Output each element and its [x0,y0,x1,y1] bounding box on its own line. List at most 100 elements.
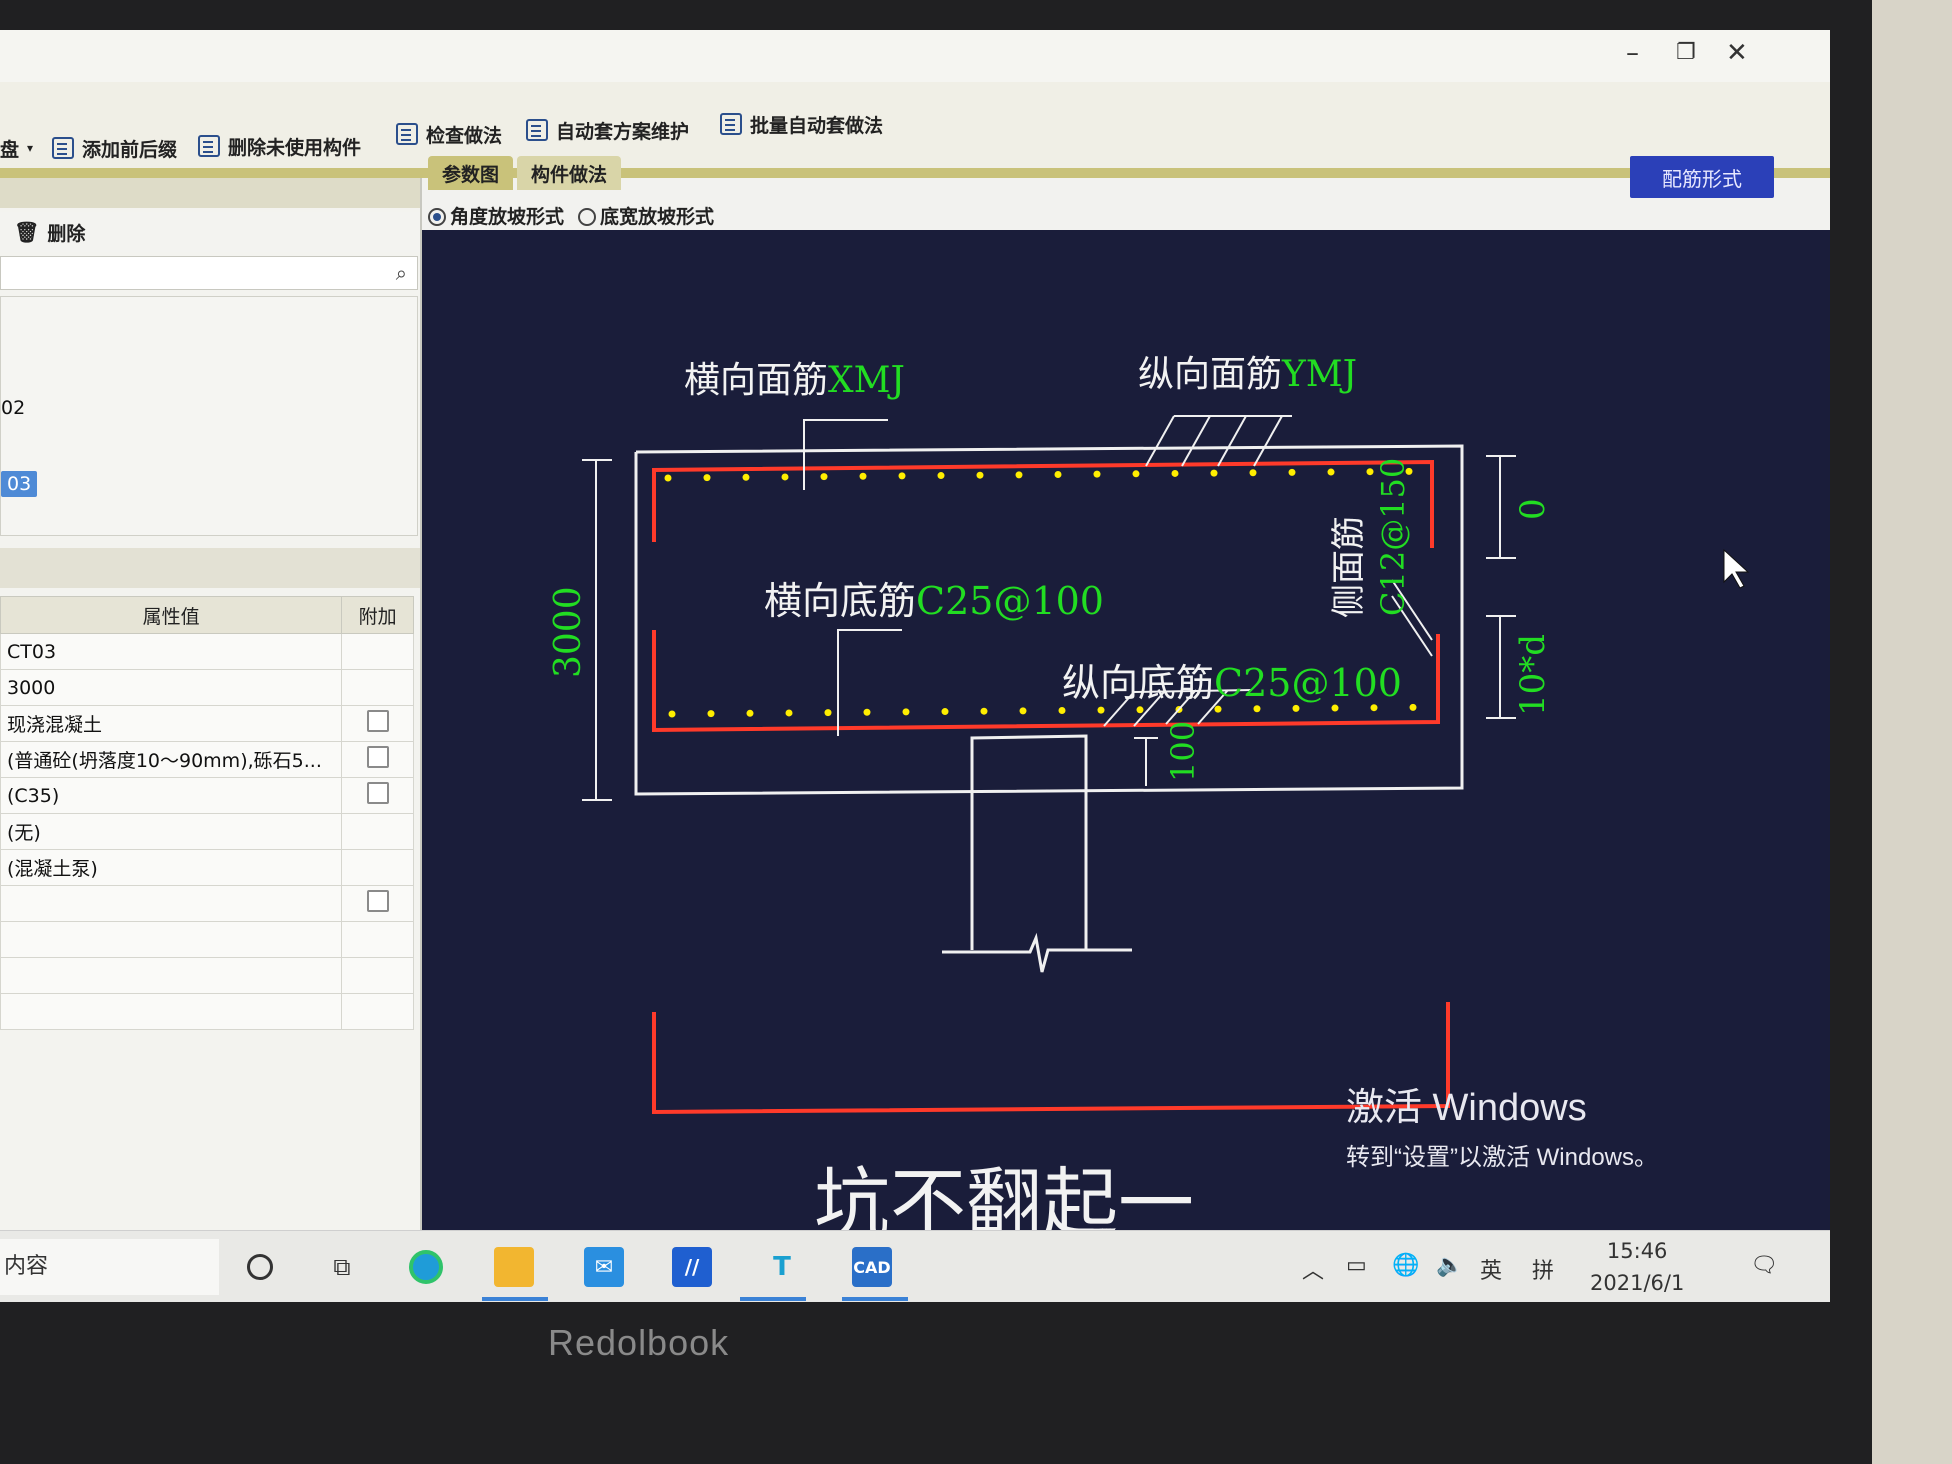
property-value-cell[interactable]: 3000 [0,669,343,706]
property-value-cell[interactable] [0,993,343,1030]
settings-list-icon [526,119,548,141]
network-icon[interactable]: 🌐 [1392,1253,1419,1278]
mail-icon[interactable]: ✉ [584,1247,624,1287]
rebar-form-button[interactable]: 配筋形式 [1630,156,1774,198]
folder-icon[interactable] [494,1247,534,1287]
cad-icon[interactable]: CAD [852,1247,892,1287]
extra-checkbox[interactable] [366,782,389,804]
screen: – ❐ ✕ 盘 ▾ 添加前后缀 删除未使用构件 检查做法 自动套方案维护 批量自… [0,30,1830,1302]
radio-checked-icon [428,208,446,226]
table-row[interactable]: (C35) [0,777,414,814]
rebar-dot [1409,703,1417,711]
close-button[interactable]: ✕ [1726,38,1748,68]
list-item[interactable]: 02 [1,397,25,419]
clock[interactable]: 15:46 2021/6/1 [1590,1235,1684,1299]
property-value-cell[interactable]: (混凝土泵) [0,849,343,886]
app-t-icon[interactable]: T [762,1247,802,1287]
side-rebar-label: 侧面筋 [1329,516,1369,618]
rebar-dot [1214,705,1222,713]
ribbon-toolbar: 盘 ▾ 添加前后缀 删除未使用构件 检查做法 自动套方案维护 批量自动套做法 [0,82,1830,178]
table-row[interactable]: (普通砼(坍落度10～90mm),砾石5... [0,741,414,778]
rebar-dot [1097,706,1105,714]
table-row[interactable]: (无) [0,813,414,850]
panel-header [0,178,420,208]
restore-button[interactable]: ❐ [1676,40,1696,65]
task-view-icon[interactable]: ⧉ [322,1247,362,1287]
side-rebar-code: C12@150 [1374,458,1412,616]
app-ai-icon[interactable]: // [672,1247,712,1287]
radio-width-label: 底宽放坡形式 [600,205,715,228]
table-row[interactable]: (混凝土泵) [0,849,414,886]
property-value-cell[interactable] [0,885,343,922]
delete-unused-label: 删除未使用构件 [228,136,362,159]
extra-checkbox[interactable] [366,890,389,912]
cortana-icon[interactable] [240,1247,280,1287]
search-icon[interactable]: ⌕ [396,261,407,285]
check-method-button[interactable]: 检查做法 [396,120,502,148]
top-rebar [652,459,1434,548]
ribbon-partial-item[interactable]: 盘 ▾ [0,134,33,162]
property-value-cell[interactable]: (无) [0,813,343,850]
rebar-dot [707,710,715,718]
table-row[interactable]: CT03 [0,633,414,670]
minimize-button[interactable]: – [1626,38,1639,68]
add-prefix-suffix-button[interactable]: 添加前后缀 [52,134,177,162]
property-value-cell[interactable]: 现浇混凝土 [0,705,343,742]
tray-expand-icon[interactable]: ︿ [1302,1253,1324,1285]
extra-cell [341,633,414,670]
rebar-dot [902,708,910,716]
volume-icon[interactable]: 🔈 [1436,1253,1463,1278]
panel-separator [0,548,420,588]
background-wall [1872,0,1952,1464]
ime-mode[interactable]: 拼 [1532,1253,1554,1285]
rebar-dot [976,471,984,479]
table-row[interactable]: 现浇混凝土 [0,705,414,742]
rebar-dot [941,708,949,716]
batch-auto-button[interactable]: 批量自动套做法 [720,110,883,138]
rebar-dot [1058,707,1066,714]
extra-checkbox[interactable] [366,710,389,732]
property-value-cell[interactable] [0,957,343,994]
search-input[interactable]: ⌕ [0,256,418,290]
property-value-cell[interactable] [0,921,343,958]
radio-angle-slope[interactable]: 角度放坡形式 [428,202,564,229]
delete-button[interactable]: 🗑 删除 [0,212,420,252]
activation-line1: 激活 Windows [1346,1087,1587,1129]
auto-scheme-label: 自动套方案维护 [556,120,690,143]
table-row[interactable]: 3000 [0,669,414,706]
bottom-transverse-label: 横向底筋C25@100 [764,579,1104,623]
leader-line [837,629,902,736]
tab-component-method[interactable]: 构件做法 [517,156,622,190]
top-longitudinal-label: 纵向面筋YMJ [1138,354,1357,395]
property-value-cell[interactable]: CT03 [0,633,343,670]
table-row[interactable] [0,957,414,994]
rebar-dot [1054,471,1062,478]
radio-width-slope[interactable]: 底宽放坡形式 [578,202,714,229]
rebar-dot [1370,704,1378,712]
rebar-dot [937,472,945,480]
battery-icon[interactable]: ▭ [1346,1253,1367,1278]
taskbar-search[interactable]: 内容 [0,1239,219,1295]
bottom-longitudinal-label: 纵向底筋C25@100 [1062,661,1402,705]
table-row[interactable] [0,993,414,1030]
rebar-dot [781,473,789,481]
delete-unused-button[interactable]: 删除未使用构件 [198,132,361,160]
rebar-dot [859,472,867,480]
ime-language[interactable]: 英 [1480,1253,1502,1285]
auto-scheme-button[interactable]: 自动套方案维护 [526,116,689,144]
notification-icon[interactable]: 🗨 [1750,1253,1778,1278]
extra-checkbox[interactable] [366,746,389,768]
tab-parameter-diagram[interactable]: 参数图 [428,156,514,190]
extra-cell [341,921,414,958]
edge-icon[interactable] [406,1247,446,1287]
table-row[interactable] [0,885,414,922]
table-row[interactable] [0,921,414,958]
trash-icon: 🗑 [14,220,40,244]
property-value-cell[interactable]: (普通砼(坍落度10～90mm),砾石5... [0,741,343,778]
extra-cell [341,813,414,850]
property-value-cell[interactable]: (C35) [0,777,343,814]
running-indicator [740,1297,806,1301]
list-item-selected[interactable]: 03 [1,471,38,497]
extra-cell [341,669,414,706]
rebar-dot [1132,470,1140,478]
